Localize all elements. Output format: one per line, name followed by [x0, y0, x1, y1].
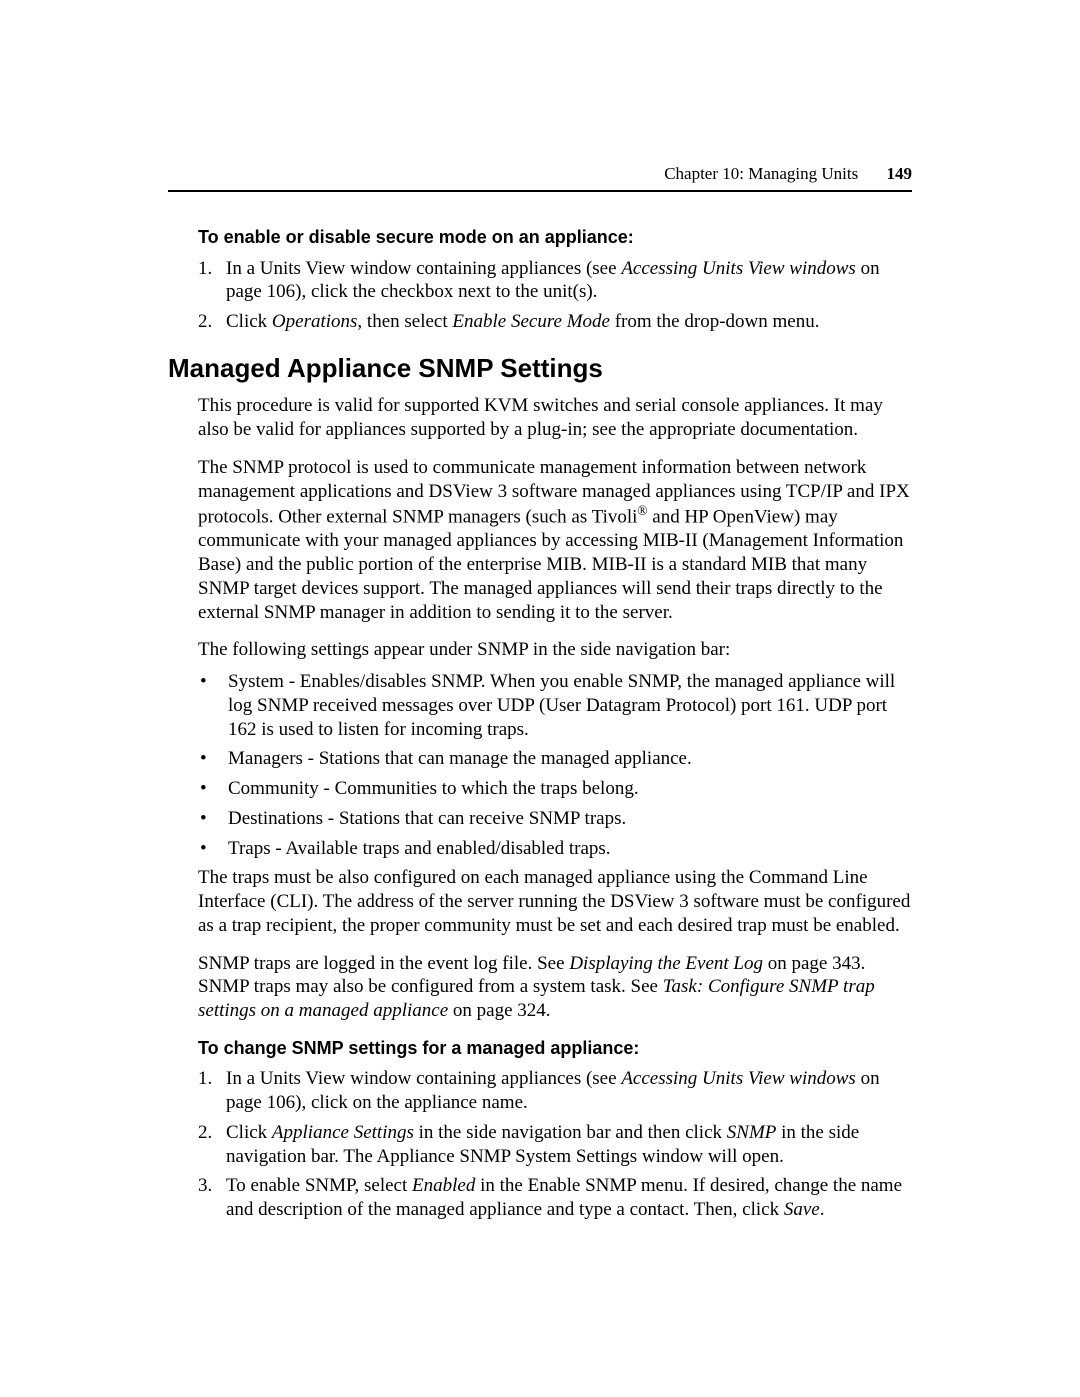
paragraph: The traps must be also configured on eac…: [198, 866, 912, 937]
list-text: Destinations - Stations that can receive…: [228, 807, 912, 831]
procedure-heading-secure-mode: To enable or disable secure mode on an a…: [198, 226, 912, 249]
procedure-heading-change-snmp: To change SNMP settings for a managed ap…: [198, 1037, 912, 1060]
step-text: Click Operations, then select Enable Sec…: [226, 310, 912, 334]
header-rule: [168, 190, 912, 192]
step-number: 1.: [198, 1067, 226, 1115]
step-text: To enable SNMP, select Enabled in the En…: [226, 1174, 912, 1222]
list-text: Community - Communities to which the tra…: [228, 777, 912, 801]
ref-save: Save: [784, 1199, 820, 1220]
step-1: 1. In a Units View window containing app…: [198, 257, 912, 305]
step-number: 2.: [198, 1121, 226, 1169]
step-text: Click Appliance Settings in the side nav…: [226, 1121, 912, 1169]
secure-mode-steps: 1. In a Units View window containing app…: [198, 257, 912, 334]
step-3: 3. To enable SNMP, select Enabled in the…: [198, 1174, 912, 1222]
registered-mark-icon: ®: [637, 503, 647, 518]
list-item: • Traps - Available traps and enabled/di…: [198, 837, 912, 861]
ref-accessing-units-view: Accessing Units View windows: [621, 258, 856, 279]
paragraph: The following settings appear under SNMP…: [198, 638, 912, 662]
step-2: 2. Click Operations, then select Enable …: [198, 310, 912, 334]
list-item: • Destinations - Stations that can recei…: [198, 807, 912, 831]
step-number: 2.: [198, 310, 226, 334]
ref-operations: Operations: [272, 311, 358, 332]
step-text: In a Units View window containing applia…: [226, 257, 912, 305]
bullet-icon: •: [198, 747, 228, 771]
ref-accessing-units-view: Accessing Units View windows: [621, 1068, 856, 1089]
ref-appliance-settings: Appliance Settings: [272, 1122, 414, 1143]
page: Chapter 10: Managing Units 149 To enable…: [0, 0, 1080, 1397]
ref-snmp: SNMP: [727, 1122, 777, 1143]
section-heading-snmp-settings: Managed Appliance SNMP Settings: [168, 352, 912, 385]
ref-event-log: Displaying the Event Log: [569, 953, 763, 974]
paragraph: The SNMP protocol is used to communicate…: [198, 456, 912, 625]
chapter-label: Chapter 10: Managing Units: [664, 164, 858, 183]
paragraph: SNMP traps are logged in the event log f…: [198, 952, 912, 1023]
bullet-icon: •: [198, 807, 228, 831]
list-text: Traps - Available traps and enabled/disa…: [228, 837, 912, 861]
snmp-settings-list: • System - Enables/disables SNMP. When y…: [198, 670, 912, 860]
ref-enabled: Enabled: [412, 1175, 475, 1196]
paragraph: This procedure is valid for supported KV…: [198, 394, 912, 442]
step-1: 1. In a Units View window containing app…: [198, 1067, 912, 1115]
change-snmp-steps: 1. In a Units View window containing app…: [198, 1067, 912, 1222]
page-number: 149: [887, 164, 913, 183]
bullet-icon: •: [198, 837, 228, 861]
ref-enable-secure-mode: Enable Secure Mode: [452, 311, 610, 332]
list-item: • System - Enables/disables SNMP. When y…: [198, 670, 912, 741]
list-item: • Managers - Stations that can manage th…: [198, 747, 912, 771]
step-2: 2. Click Appliance Settings in the side …: [198, 1121, 912, 1169]
step-number: 3.: [198, 1174, 226, 1222]
bullet-icon: •: [198, 777, 228, 801]
list-text: System - Enables/disables SNMP. When you…: [228, 670, 912, 741]
list-text: Managers - Stations that can manage the …: [228, 747, 912, 771]
step-text: In a Units View window containing applia…: [226, 1067, 912, 1115]
step-number: 1.: [198, 257, 226, 305]
list-item: • Community - Communities to which the t…: [198, 777, 912, 801]
running-header: Chapter 10: Managing Units 149: [664, 164, 912, 184]
content: To enable or disable secure mode on an a…: [198, 220, 912, 1236]
bullet-icon: •: [198, 670, 228, 741]
